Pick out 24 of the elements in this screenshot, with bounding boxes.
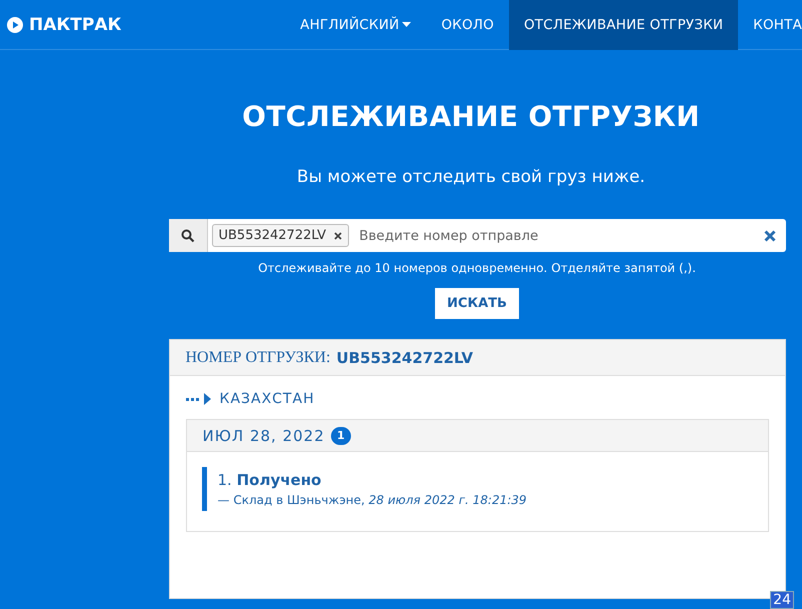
shipment-label: НОМЕР ОТГРУЗКИ: xyxy=(186,348,330,366)
play-icon xyxy=(7,16,23,32)
search-button[interactable]: ИСКАТЬ xyxy=(435,288,519,319)
event-title: 1. Получено xyxy=(218,471,322,489)
event-detail: — Склад в Шэньчжэне, 28 июля 2022 г. 18:21:39 xyxy=(218,493,528,507)
corner-badge: 24 xyxy=(770,591,794,609)
remove-icon[interactable] xyxy=(334,232,342,240)
country-name: КАЗАХСТАН xyxy=(220,391,315,407)
subtitle: Вы можете отследить свой груз ниже. xyxy=(296,167,646,187)
shipment-number: UB553242722LV xyxy=(336,348,474,366)
page-title: ОТСЛЕЖИВАНИЕ ОТГРУЗКИ xyxy=(242,100,700,133)
nav-link[interactable]: КОНТА xyxy=(738,0,802,50)
nav-link[interactable]: АНГЛИЙСКИЙ xyxy=(285,0,426,50)
clear-icon[interactable] xyxy=(764,230,776,242)
date-text: ИЮЛ 28, 2022 xyxy=(202,426,325,444)
search-field[interactable]: UB553242722LV Введите номер отправле xyxy=(168,219,786,252)
hint-text: Отслеживайте до 10 номеров одновременно. Отделяйте запятой (,). xyxy=(258,261,696,275)
count-badge: 1 xyxy=(330,426,351,444)
nav-link[interactable]: ОКОЛО xyxy=(426,0,509,50)
search-icon[interactable] xyxy=(168,219,208,252)
tag-text: UB553242722LV xyxy=(218,228,326,243)
nav-link[interactable]: ОТСЛЕЖИВАНИЕ ОТГРУЗКИ xyxy=(508,0,738,50)
route-icon xyxy=(186,393,212,405)
brand-name[interactable]: ПАКТРАК xyxy=(29,14,122,34)
